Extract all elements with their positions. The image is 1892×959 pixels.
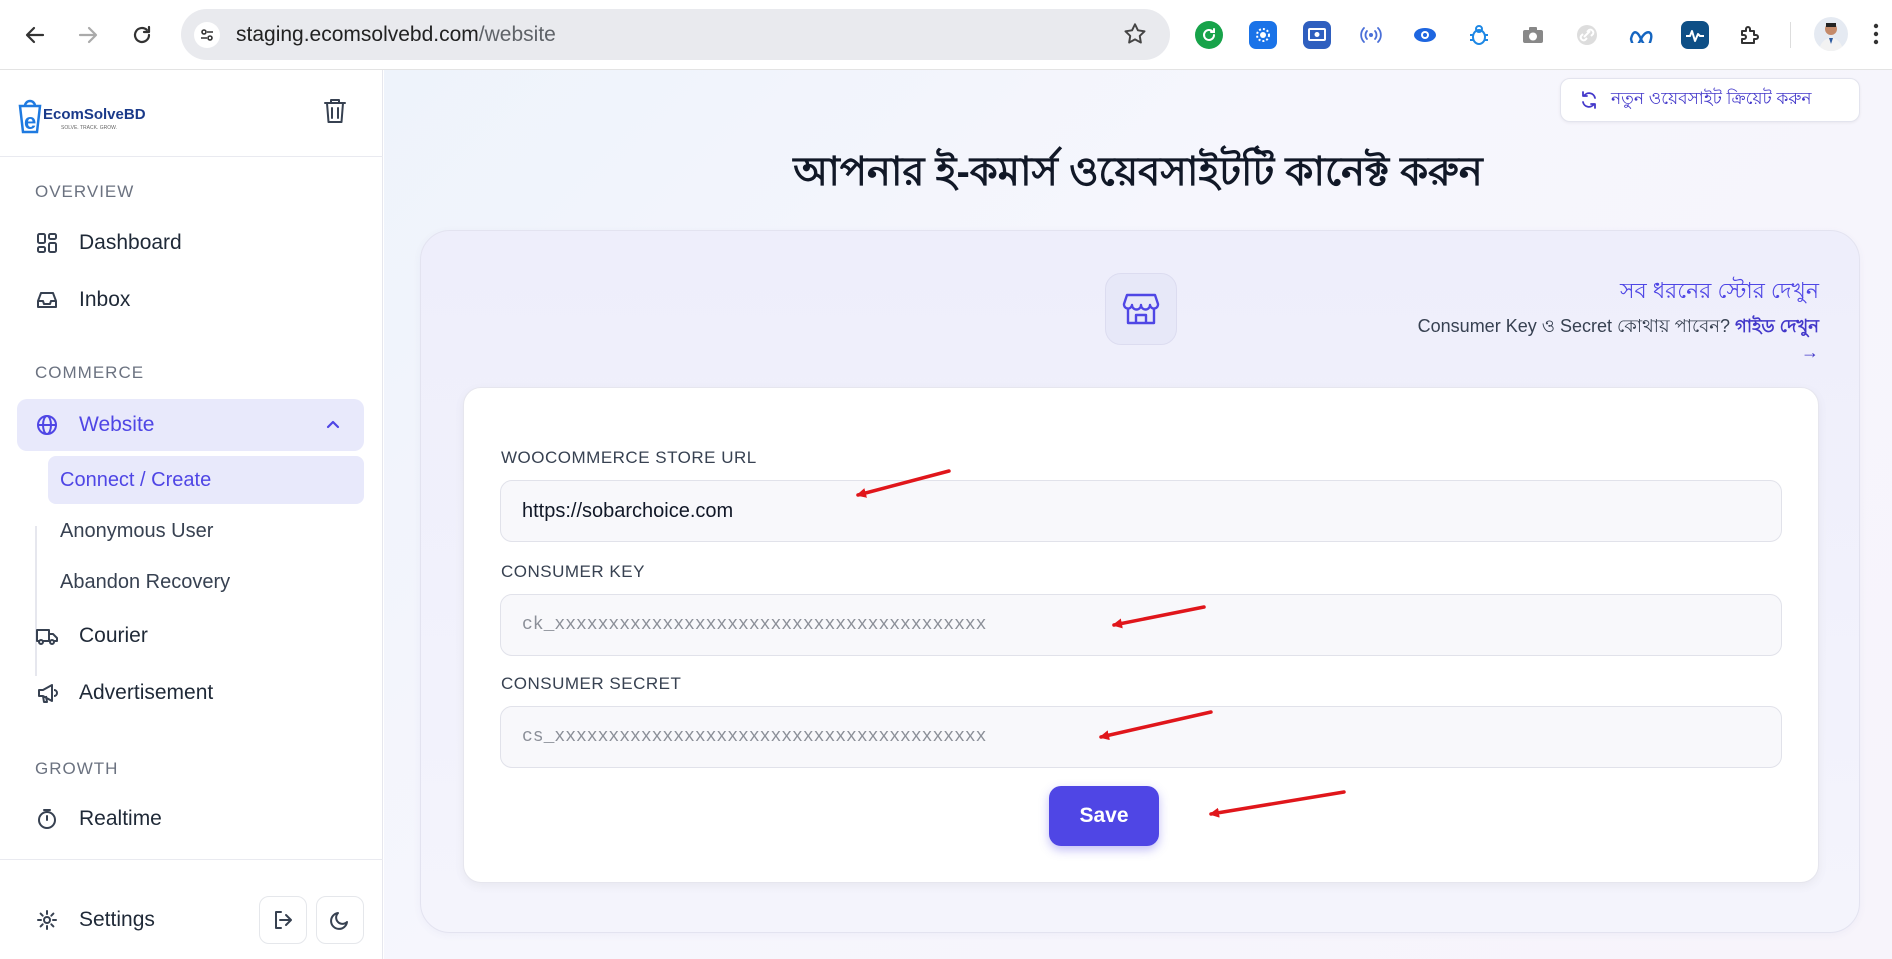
extension-gear-icon[interactable]: [1249, 21, 1277, 49]
brand-logo[interactable]: e EcomSolveBD SOLVE. TRACK. GROW.: [17, 92, 157, 138]
woocommerce-form: WOOCOMMERCE STORE URL CONSUMER KEY CONSU…: [463, 387, 1819, 883]
address-bar[interactable]: staging.ecomsolvebd.com/website: [181, 9, 1170, 60]
trash-button[interactable]: [322, 97, 348, 130]
sidebar-item-label: Dashboard: [79, 231, 182, 254]
consumer-key-label: CONSUMER KEY: [501, 562, 645, 581]
gear-icon: [35, 908, 59, 932]
logout-icon: [275, 911, 292, 929]
sidebar-item-advertisement[interactable]: Advertisement: [17, 667, 364, 719]
sidebar-divider: [0, 156, 383, 157]
back-button[interactable]: [17, 17, 53, 53]
sidebar-item-website[interactable]: Website: [17, 399, 364, 451]
logout-button[interactable]: [259, 896, 307, 944]
globe-icon: [35, 413, 59, 437]
save-button[interactable]: Save: [1049, 786, 1159, 846]
sidebar-item-label: Courier: [79, 624, 148, 647]
dashboard-icon: [35, 231, 59, 255]
arrow-left-icon: [25, 26, 45, 44]
extension-broadcast-icon[interactable]: [1357, 21, 1385, 49]
extension-pulse-icon[interactable]: [1681, 21, 1709, 49]
logo-text: EcomSolveBD: [43, 106, 146, 123]
inbox-icon: [35, 288, 59, 312]
url-path: /website: [478, 23, 556, 46]
sidebar-item-label: Advertisement: [79, 681, 214, 704]
browser-menu-icon[interactable]: [1873, 22, 1879, 51]
dark-mode-toggle[interactable]: [316, 896, 364, 944]
profile-avatar[interactable]: [1814, 17, 1848, 51]
section-label-overview: OVERVIEW: [35, 182, 135, 201]
store-url-input[interactable]: [500, 480, 1782, 542]
stopwatch-icon: [35, 807, 59, 831]
forward-button[interactable]: [70, 17, 106, 53]
sidebar: e EcomSolveBD SOLVE. TRACK. GROW. OVERVI…: [0, 70, 383, 959]
chevron-up-icon[interactable]: [324, 415, 342, 439]
toolbar-divider: [1790, 22, 1791, 48]
sidebar-item-inbox[interactable]: Inbox: [17, 274, 364, 326]
truck-icon: [35, 624, 59, 648]
extension-bug-icon[interactable]: [1465, 21, 1493, 49]
trash-icon: [324, 99, 346, 123]
extension-meta-icon[interactable]: [1627, 21, 1655, 49]
create-button-label: নতুন ওয়েবসাইট ক্রিয়েট করুন: [1611, 89, 1812, 108]
moon-icon: [330, 912, 348, 930]
main-content: নতুন ওয়েবসাইট ক্রিয়েট করুন আপনার ই-কমা…: [384, 70, 1892, 959]
logo-tagline: SOLVE. TRACK. GROW.: [61, 125, 117, 131]
svg-text:e: e: [24, 109, 36, 134]
store-url-label: WOOCOMMERCE STORE URL: [501, 448, 757, 467]
sidebar-item-realtime[interactable]: Realtime: [17, 793, 364, 845]
sidebar-item-settings[interactable]: Settings: [17, 894, 237, 946]
extension-link-icon[interactable]: [1573, 21, 1601, 49]
guide-hint: Consumer Key ও Secret কোথায় পাবেন? গাইড…: [1399, 313, 1819, 365]
sidebar-item-label: Settings: [79, 908, 155, 931]
consumer-secret-label: CONSUMER SECRET: [501, 674, 682, 693]
refresh-icon: [1579, 90, 1599, 110]
guide-text: Consumer Key ও Secret কোথায় পাবেন?: [1417, 316, 1731, 336]
consumer-key-input[interactable]: [500, 594, 1782, 656]
sidebar-subitem-connect-create[interactable]: Connect / Create: [48, 456, 364, 504]
extension-refresh-icon[interactable]: [1195, 21, 1223, 49]
extensions-puzzle-icon[interactable]: [1736, 21, 1764, 49]
page-title: আপনার ই-কমার্স ওয়েবসাইটটি কানেক্ট করুন: [793, 150, 1483, 194]
store-icon: [1105, 273, 1177, 345]
site-info-icon[interactable]: [194, 22, 220, 48]
extension-screen-icon[interactable]: [1303, 21, 1331, 49]
view-all-stores-link[interactable]: সব ধরনের স্টোর দেখুন: [1620, 274, 1819, 311]
guide-link[interactable]: গাইড দেখুন →: [1735, 316, 1819, 362]
reload-icon: [133, 25, 151, 44]
bookmark-star-icon[interactable]: [1122, 21, 1148, 52]
url-text[interactable]: staging.ecomsolvebd.com/website: [236, 23, 556, 47]
sidebar-item-label: Inbox: [79, 288, 131, 311]
extension-eye-icon[interactable]: [1411, 21, 1439, 49]
sidebar-item-dashboard[interactable]: Dashboard: [17, 217, 364, 269]
section-label-commerce: COMMERCE: [35, 363, 145, 382]
sidebar-item-label: Website: [79, 413, 155, 436]
section-label-growth: GROWTH: [35, 759, 119, 778]
connect-card: সব ধরনের স্টোর দেখুন Consumer Key ও Secr…: [420, 230, 1860, 933]
megaphone-icon: [35, 681, 59, 705]
sidebar-item-label: Realtime: [79, 807, 162, 830]
sidebar-subitem-abandon-recovery[interactable]: Abandon Recovery: [48, 558, 364, 606]
reload-button[interactable]: [124, 17, 160, 53]
sidebar-subitem-anonymous-user[interactable]: Anonymous User: [48, 507, 364, 555]
consumer-secret-input[interactable]: [500, 706, 1782, 768]
extension-camera-icon[interactable]: [1519, 21, 1547, 49]
sidebar-item-courier[interactable]: Courier: [17, 610, 364, 662]
sidebar-divider: [0, 859, 383, 860]
url-host: staging.ecomsolvebd.com: [236, 23, 479, 46]
arrow-right-icon: [78, 26, 98, 44]
create-new-website-button[interactable]: নতুন ওয়েবসাইট ক্রিয়েট করুন: [1560, 78, 1860, 122]
browser-toolbar: staging.ecomsolvebd.com/website: [0, 0, 1892, 70]
